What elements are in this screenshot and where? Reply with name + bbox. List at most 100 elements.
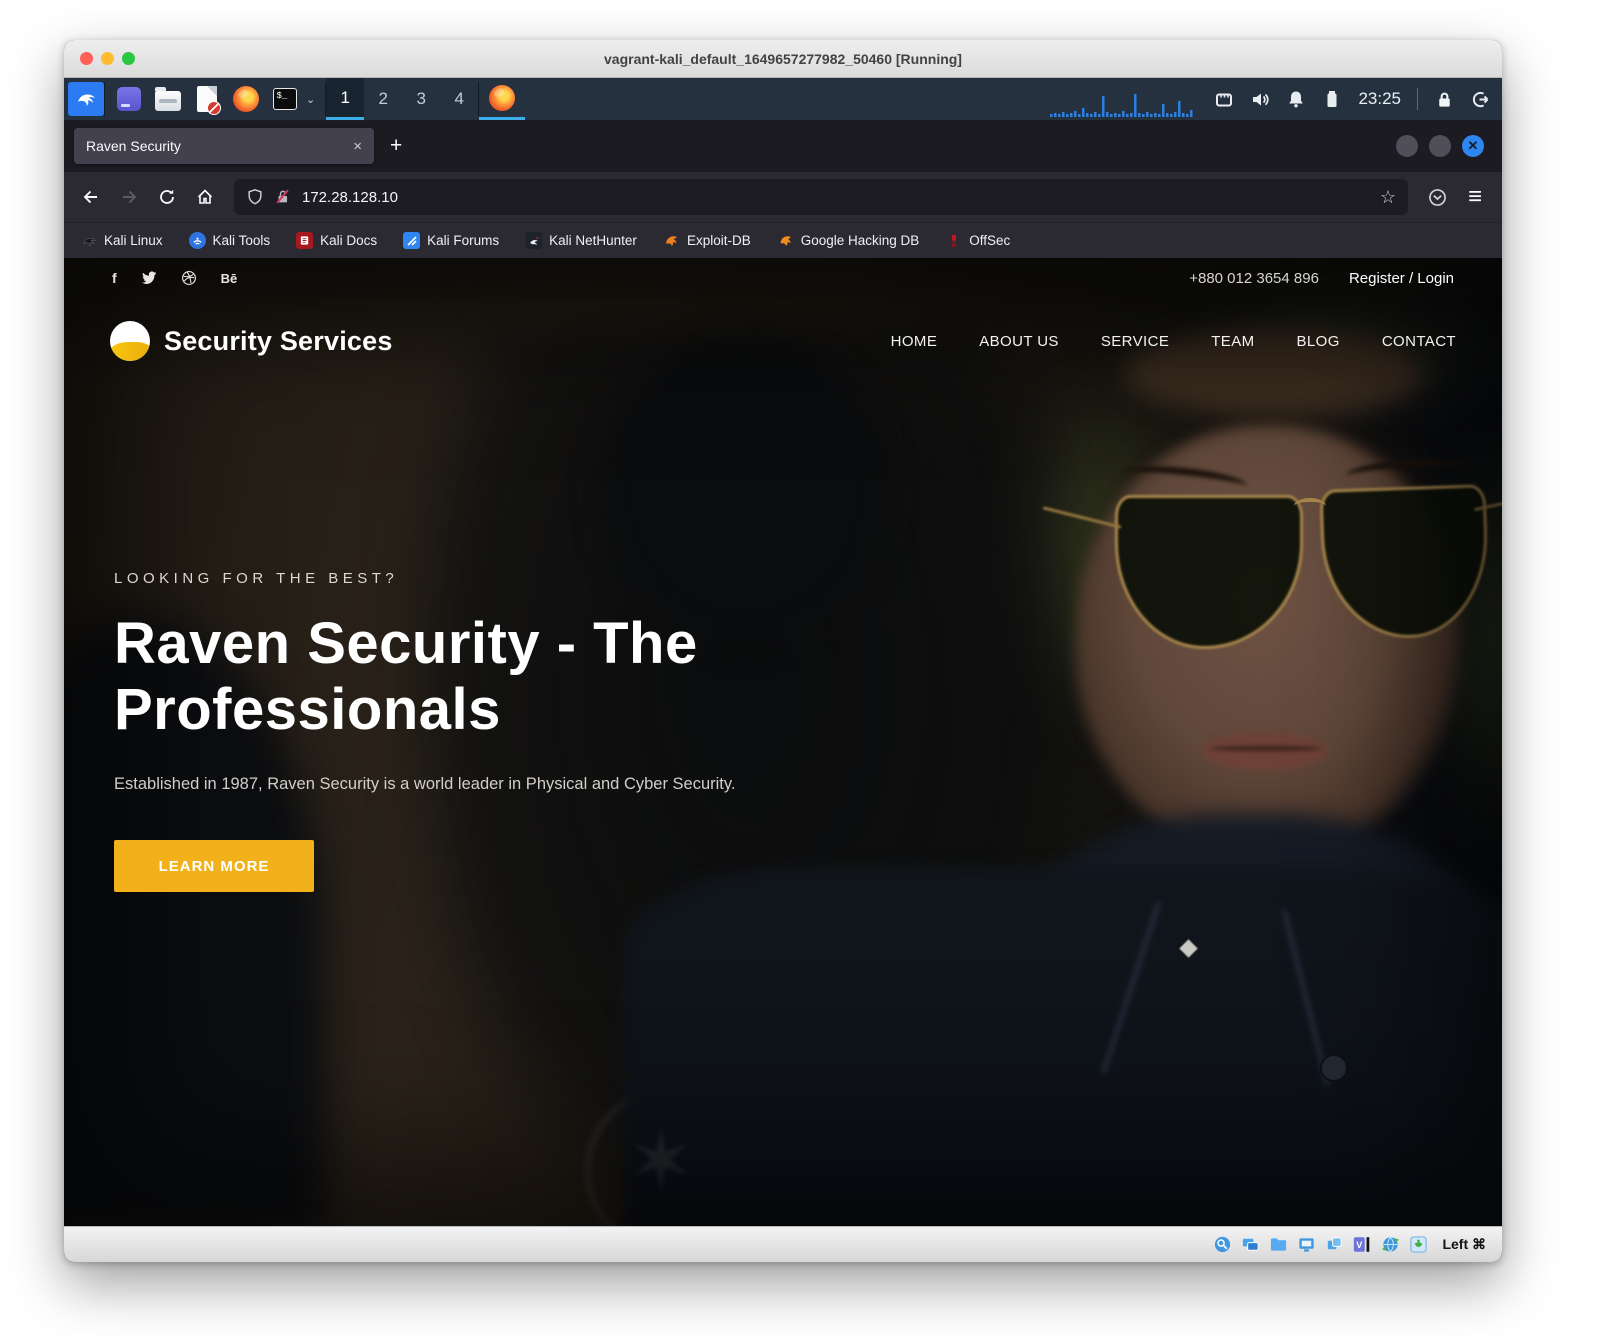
dribbble-icon[interactable] <box>181 270 197 286</box>
show-desktop-button[interactable] <box>115 86 142 113</box>
offsec-favicon <box>945 232 962 249</box>
bookmark-kali-forums[interactable]: Kali Forums <box>403 232 499 249</box>
hdd-activity-icon[interactable] <box>1212 1235 1232 1255</box>
workspace-2[interactable]: 2 <box>364 78 402 120</box>
nav-about-us[interactable]: ABOUT US <box>979 333 1059 350</box>
network-icon[interactable] <box>1240 1235 1260 1255</box>
usb-devices-icon[interactable] <box>1324 1235 1344 1255</box>
nav-home[interactable]: HOME <box>891 333 938 350</box>
twitter-icon[interactable] <box>141 271 157 285</box>
new-tab-button[interactable]: + <box>390 134 402 158</box>
google-hacking-db-favicon <box>777 232 794 249</box>
forward-button[interactable] <box>112 180 146 214</box>
firefox-tab-bar: Raven Security × + ✕ <box>64 120 1502 172</box>
url-bar[interactable]: 172.28.128.10 ☆ <box>234 179 1408 215</box>
reload-button[interactable] <box>150 180 184 214</box>
firefox-icon <box>233 86 259 112</box>
hero-title: Raven Security - The Professionals <box>114 611 764 743</box>
tab-close-icon[interactable]: × <box>353 139 362 154</box>
social-links: f Bē <box>112 270 237 286</box>
terminal-icon: $_ <box>273 88 297 110</box>
nav-service[interactable]: SERVICE <box>1101 333 1169 350</box>
volume-icon[interactable] <box>1250 89 1270 109</box>
cpu-graph <box>1048 92 1198 118</box>
kali-nethunter-favicon <box>525 232 542 249</box>
firefox-launcher-button[interactable] <box>232 86 259 113</box>
browser-close-button[interactable]: ✕ <box>1462 135 1484 157</box>
bookmark-label: Kali Docs <box>320 233 377 248</box>
bookmark-star-icon[interactable]: ☆ <box>1380 187 1396 208</box>
svg-text:V: V <box>1357 1240 1363 1250</box>
display-icon[interactable] <box>1296 1235 1316 1255</box>
shared-folders-icon[interactable] <box>1268 1235 1288 1255</box>
pocket-icon[interactable] <box>1420 180 1454 214</box>
bookmark-offsec[interactable]: OffSec <box>945 232 1010 249</box>
notifications-bell-icon[interactable] <box>1286 89 1306 109</box>
nav-blog[interactable]: BLOG <box>1297 333 1340 350</box>
bookmark-kali-nethunter[interactable]: Kali NetHunter <box>525 232 637 249</box>
bookmark-kali-docs[interactable]: Kali Docs <box>296 232 377 249</box>
panel-clock[interactable]: 23:25 <box>1358 89 1401 109</box>
features-globe-icon[interactable] <box>1380 1235 1400 1255</box>
zoom-window-button[interactable] <box>122 52 135 65</box>
kali-menu-button[interactable] <box>68 82 104 116</box>
phone-number: +880 012 3654 896 <box>1189 270 1319 287</box>
close-window-button[interactable] <box>80 52 93 65</box>
lock-screen-icon[interactable] <box>1434 89 1454 109</box>
bookmark-label: Kali Linux <box>104 233 163 248</box>
bookmark-label: Kali NetHunter <box>549 233 637 248</box>
tracking-shield-icon[interactable] <box>246 188 264 206</box>
kali-tools-favicon <box>189 232 206 249</box>
chevron-down-icon[interactable]: ⌄ <box>306 93 315 106</box>
video-capture-icon[interactable]: V <box>1352 1235 1372 1255</box>
back-button[interactable] <box>74 180 108 214</box>
register-login-link[interactable]: Register / Login <box>1349 270 1454 287</box>
display-port-icon[interactable] <box>1214 89 1234 109</box>
minimize-window-button[interactable] <box>101 52 114 65</box>
site-logo-icon[interactable] <box>110 321 150 361</box>
nav-team[interactable]: TEAM <box>1211 333 1254 350</box>
tab-raven-security[interactable]: Raven Security × <box>74 128 374 164</box>
menu-icon[interactable]: ≡ <box>1458 180 1492 214</box>
site-header: Security Services HOME ABOUT US SERVICE … <box>64 298 1502 384</box>
taskbar-firefox-window[interactable] <box>479 78 525 120</box>
bookmark-kali-tools[interactable]: Kali Tools <box>189 232 271 249</box>
firefox-icon <box>489 85 515 111</box>
workspace-3[interactable]: 3 <box>402 78 440 120</box>
home-button[interactable] <box>188 180 222 214</box>
main-nav: HOME ABOUT US SERVICE TEAM BLOG CONTACT <box>891 333 1456 350</box>
browser-maximize-button[interactable] <box>1429 135 1451 157</box>
bookmark-exploit-db[interactable]: Exploit-DB <box>663 232 751 249</box>
facebook-icon[interactable]: f <box>112 270 117 286</box>
bookmark-google-hacking-db[interactable]: Google Hacking DB <box>777 232 920 249</box>
text-editor-button[interactable] <box>193 86 220 113</box>
kali-docs-favicon <box>296 232 313 249</box>
site-brand[interactable]: Security Services <box>164 326 393 357</box>
workspace-1[interactable]: 1 <box>326 78 364 120</box>
kali-dragon-icon <box>74 87 98 111</box>
hero-description: Established in 1987, Raven Security is a… <box>114 775 794 794</box>
hero-kicker: LOOKING FOR THE BEST? <box>114 570 794 587</box>
url-text[interactable]: 172.28.128.10 <box>302 189 398 206</box>
browser-window-controls: ✕ <box>1396 135 1492 157</box>
browser-viewport: ✶ f Bē +880 012 3654 896 Register / Logi… <box>64 258 1502 1226</box>
logout-icon[interactable] <box>1470 89 1490 109</box>
learn-more-button[interactable]: LEARN MORE <box>114 840 314 892</box>
exploit-db-favicon <box>663 232 680 249</box>
bookmark-kali-linux[interactable]: Kali Linux <box>80 232 163 249</box>
insecure-lock-icon[interactable] <box>274 188 292 206</box>
vm-titlebar[interactable]: vagrant-kali_default_1649657277982_50460… <box>64 40 1502 78</box>
battery-icon[interactable] <box>1322 89 1342 109</box>
browser-minimize-button[interactable] <box>1396 135 1418 157</box>
workspace-4[interactable]: 4 <box>440 78 478 120</box>
kali-panel: $_ ⌄ 1 2 3 4 <box>64 78 1502 120</box>
behance-icon[interactable]: Bē <box>221 271 238 286</box>
bookmark-label: OffSec <box>969 233 1010 248</box>
file-manager-button[interactable] <box>154 86 181 113</box>
mouse-integration-icon[interactable] <box>1408 1235 1428 1255</box>
bookmark-label: Exploit-DB <box>687 233 751 248</box>
nav-contact[interactable]: CONTACT <box>1382 333 1456 350</box>
terminal-launcher-button[interactable]: $_ <box>271 86 298 113</box>
bookmark-label: Google Hacking DB <box>801 233 920 248</box>
site-topbar: f Bē +880 012 3654 896 Register / Login <box>64 258 1502 298</box>
